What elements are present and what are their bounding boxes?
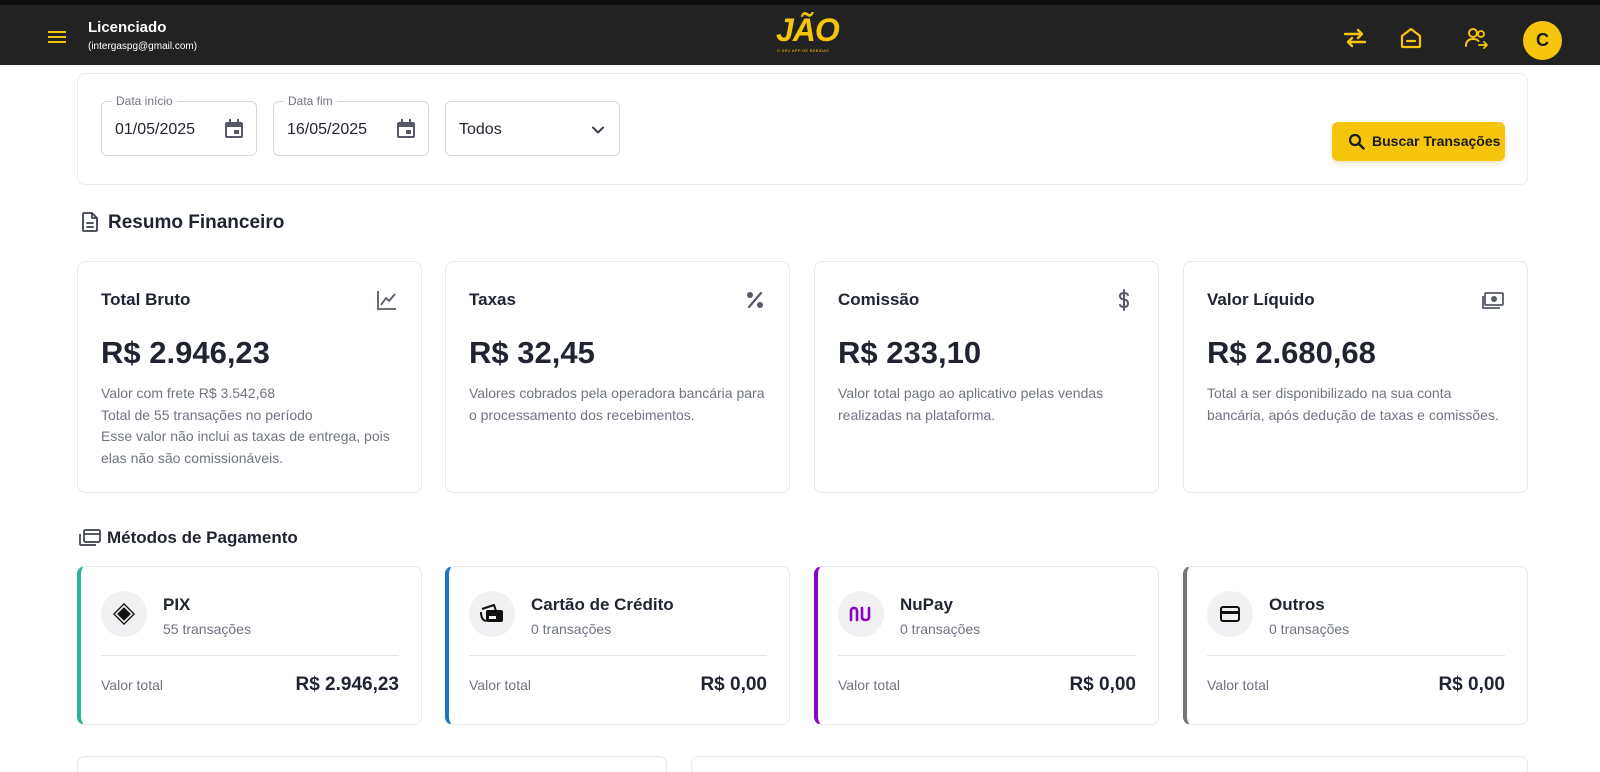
total-value: R$ 0,00 [700, 674, 767, 695]
summary-card-valor-liquido: Valor Líquido R$ 2.680,68 Total a ser di… [1183, 261, 1528, 493]
end-date-label: Data fim [284, 94, 337, 108]
user-name: Licenciado [88, 19, 167, 36]
description-line: elas não são comissionáveis. [101, 449, 284, 466]
start-date-value[interactable]: 01/05/2025 [115, 120, 195, 140]
description-line: o processamento dos recebimentos. [469, 406, 695, 423]
card-description: Valor com frete R$ 3.542,68 Total de 55 … [101, 383, 401, 469]
card-title: Valor Líquido [1207, 290, 1315, 309]
calendar-icon[interactable] [223, 118, 245, 140]
summary-card-total-bruto: Total Bruto R$ 2.946,23 Valor com frete … [77, 261, 422, 493]
users-icon[interactable] [1463, 25, 1489, 51]
brand-logo[interactable]: JÃO O SEU APP DE BEBIDAS [776, 12, 840, 61]
card-title: Total Bruto [101, 290, 191, 309]
description-line: Total de 55 transações no período [101, 406, 313, 423]
transaction-count: 55 transações [163, 621, 251, 637]
home-icon[interactable] [1398, 25, 1424, 51]
dollar-icon [1112, 288, 1136, 312]
card-amount: R$ 233,10 [838, 335, 982, 370]
description-line: Esse valor não inclui as taxas de entreg… [101, 428, 390, 444]
start-date-field[interactable]: Data início 01/05/2025 [101, 94, 257, 156]
search-transactions-button[interactable]: Buscar Transações [1332, 122, 1505, 161]
type-select[interactable]: Todos [445, 101, 620, 156]
divider [1207, 655, 1505, 656]
description-line: Valor total pago ao aplicativo pelas ven… [838, 385, 1104, 401]
card-title: Taxas [469, 290, 516, 309]
start-date-label: Data início [112, 94, 177, 108]
transfer-icon[interactable] [1342, 25, 1368, 51]
payments-icon [79, 526, 101, 548]
search-button-label: Buscar Transações [1372, 133, 1501, 149]
credit-card-icon [469, 591, 515, 637]
total-label: Valor total [1207, 677, 1269, 693]
divider [838, 655, 1136, 656]
payment-card-credit: Cartão de Crédito 0 transações Valor tot… [445, 566, 790, 725]
card-amount: R$ 32,45 [469, 335, 595, 370]
total-label: Valor total [101, 677, 163, 693]
card-icon [1207, 591, 1253, 637]
total-label: Valor total [469, 677, 531, 693]
transaction-count: 0 transações [1269, 621, 1350, 637]
payment-method-name: Outros [1269, 595, 1325, 614]
total-value: R$ 2.946,23 [295, 674, 399, 695]
divider [469, 655, 767, 656]
calendar-icon[interactable] [395, 118, 417, 140]
description-line: bancária, após dedução de taxas e comiss… [1207, 406, 1499, 423]
document-icon [79, 211, 101, 233]
avatar[interactable]: C [1523, 21, 1562, 60]
payment-card-nupay: NuPay 0 transações Valor total R$ 0,00 [814, 566, 1159, 725]
card-amount: R$ 2.946,23 [101, 335, 270, 370]
payment-method-name: NuPay [900, 595, 953, 614]
description-line: Valores cobrados pela operadora bancária… [469, 385, 765, 401]
transaction-count: 0 transações [900, 621, 981, 637]
logo-text: JÃO [776, 12, 840, 48]
end-date-field[interactable]: Data fim 16/05/2025 [273, 94, 429, 156]
total-value: R$ 0,00 [1069, 674, 1136, 695]
card-description: Valores cobrados pela operadora bancária… [469, 383, 769, 426]
bottom-card-left [77, 756, 667, 772]
total-value: R$ 0,00 [1438, 674, 1505, 695]
payment-card-outros: Outros 0 transações Valor total R$ 0,00 [1183, 566, 1528, 725]
card-title: Comissão [838, 290, 920, 309]
payment-method-name: Cartão de Crédito [531, 595, 674, 614]
page-title: Resumo Financeiro [108, 212, 285, 233]
logo-tagline: O SEU APP DE BEBIDAS [776, 48, 830, 53]
end-date-value[interactable]: 16/05/2025 [287, 120, 367, 140]
payment-method-name: PIX [163, 595, 191, 614]
percent-icon [743, 288, 767, 312]
bottom-card-right [691, 756, 1528, 772]
summary-card-taxas: Taxas R$ 32,45 Valores cobrados pela ope… [445, 261, 790, 493]
chart-line-icon [375, 288, 399, 312]
filter-panel: Data início 01/05/2025 Data fim 16/05/20… [77, 73, 1528, 185]
card-description: Total a ser disponibilizado na sua conta… [1207, 383, 1507, 426]
transaction-count: 0 transações [531, 621, 612, 637]
description-line: Valor com frete R$ 3.542,68 [101, 385, 276, 401]
section-heading: Métodos de Pagamento [107, 528, 298, 547]
money-icon [1481, 288, 1505, 312]
search-icon [1348, 133, 1365, 150]
type-select-value: Todos [459, 121, 502, 138]
payment-card-pix: PIX 55 transações Valor total R$ 2.946,2… [77, 566, 422, 725]
summary-card-comissao: Comissão R$ 233,10 Valor total pago ao a… [814, 261, 1159, 493]
divider [101, 655, 399, 656]
description-line: Total a ser disponibilizado na sua conta [1207, 385, 1452, 401]
card-amount: R$ 2.680,68 [1207, 335, 1376, 370]
nubank-icon [838, 591, 884, 637]
pix-icon [101, 591, 147, 637]
app-bar: Licenciado (intergaspg@gmail.com) JÃO O … [0, 0, 1600, 65]
menu-icon[interactable] [48, 27, 72, 47]
description-line: realizadas na plataforma. [838, 406, 996, 423]
total-label: Valor total [838, 677, 900, 693]
user-info: Licenciado (intergaspg@gmail.com) [88, 19, 197, 54]
card-description: Valor total pago ao aplicativo pelas ven… [838, 383, 1138, 426]
chevron-down-icon [588, 120, 608, 140]
user-email: (intergaspg@gmail.com) [88, 41, 198, 52]
